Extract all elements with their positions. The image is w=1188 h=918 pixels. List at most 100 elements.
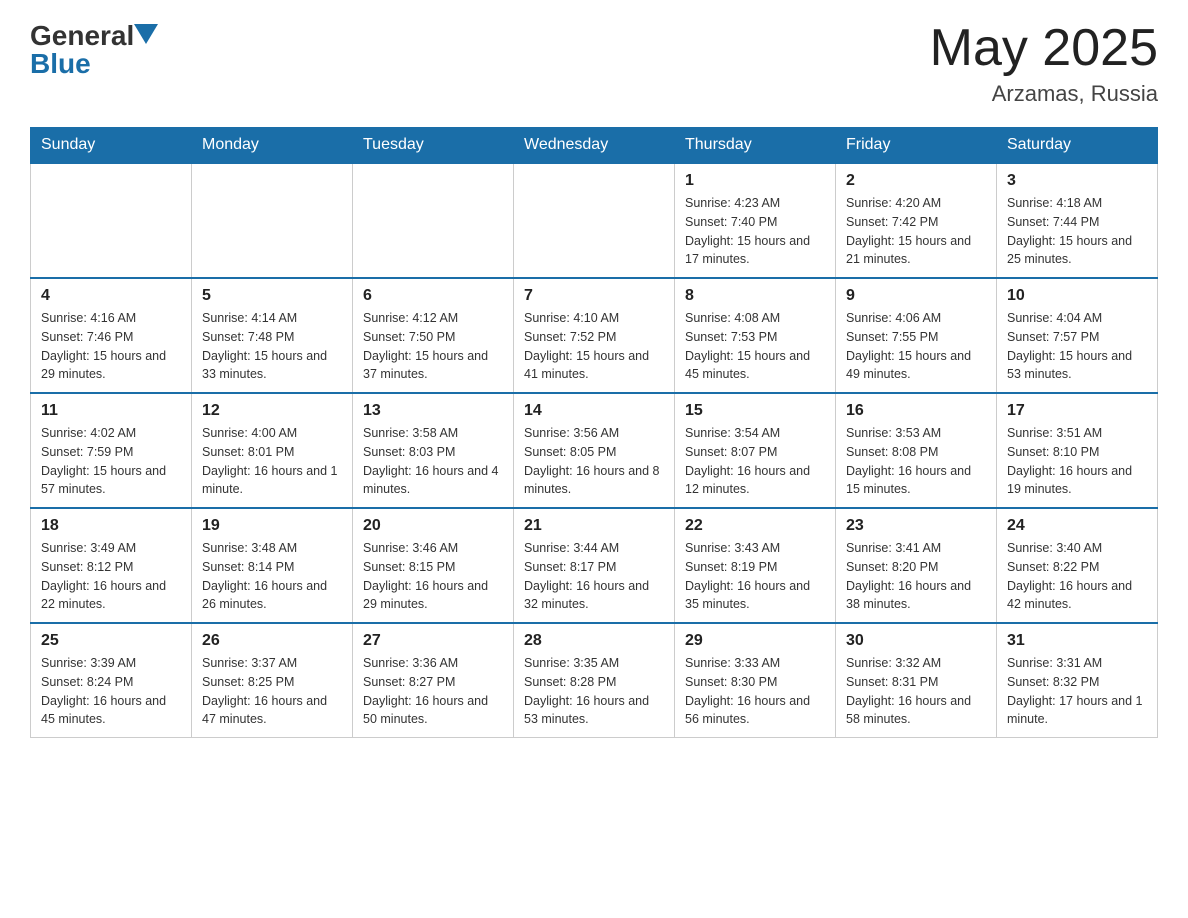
calendar-cell: 4Sunrise: 4:16 AM Sunset: 7:46 PM Daylig… <box>31 278 192 393</box>
calendar-cell: 5Sunrise: 4:14 AM Sunset: 7:48 PM Daylig… <box>192 278 353 393</box>
calendar-cell: 6Sunrise: 4:12 AM Sunset: 7:50 PM Daylig… <box>353 278 514 393</box>
day-info: Sunrise: 4:20 AM Sunset: 7:42 PM Dayligh… <box>846 194 986 269</box>
day-info: Sunrise: 4:18 AM Sunset: 7:44 PM Dayligh… <box>1007 194 1147 269</box>
day-number: 30 <box>846 632 986 650</box>
day-number: 22 <box>685 517 825 535</box>
calendar-cell: 7 Sunrise: 4:10 AM Sunset: 7:52 PM Daylig… <box>514 278 675 393</box>
calendar-cell: 20Sunrise: 3:46 AM Sunset: 8:15 PM Dayli… <box>353 508 514 623</box>
day-info: Sunrise: 4:10 AM Sunset: 7:52 PM Dayligh… <box>524 309 664 384</box>
calendar-header-row: SundayMondayTuesdayWednesdayThursdayFrid… <box>31 128 1158 164</box>
day-number: 1 <box>685 172 825 190</box>
calendar-header-thursday: Thursday <box>675 128 836 164</box>
day-info: Sunrise: 3:43 AM Sunset: 8:19 PM Dayligh… <box>685 539 825 614</box>
day-info: Sunrise: 4:16 AM Sunset: 7:46 PM Dayligh… <box>41 309 181 384</box>
day-info: Sunrise: 3:39 AM Sunset: 8:24 PM Dayligh… <box>41 654 181 729</box>
calendar-header-wednesday: Wednesday <box>514 128 675 164</box>
calendar-cell: 9Sunrise: 4:06 AM Sunset: 7:55 PM Daylig… <box>836 278 997 393</box>
day-number: 26 <box>202 632 342 650</box>
day-number: 20 <box>363 517 503 535</box>
day-info: Sunrise: 4:08 AM Sunset: 7:53 PM Dayligh… <box>685 309 825 384</box>
calendar-cell: 31 Sunrise: 3:31 AM Sunset: 8:32 PM Dayli… <box>997 623 1158 738</box>
day-number: 18 <box>41 517 181 535</box>
calendar-cell <box>514 163 675 278</box>
calendar-cell: 13Sunrise: 3:58 AM Sunset: 8:03 PM Dayli… <box>353 393 514 508</box>
logo: General Blue <box>30 20 158 80</box>
day-number: 14 <box>524 402 664 420</box>
logo-triangle-icon <box>134 24 158 44</box>
day-number: 8 <box>685 287 825 305</box>
day-number: 31 <box>1007 632 1147 650</box>
page-header: General Blue May 2025 Arzamas, Russia <box>30 20 1158 107</box>
day-info: Sunrise: 4:00 AM Sunset: 8:01 PM Dayligh… <box>202 424 342 499</box>
calendar-cell <box>31 163 192 278</box>
day-info: Sunrise: 3:48 AM Sunset: 8:14 PM Dayligh… <box>202 539 342 614</box>
day-number: 28 <box>524 632 664 650</box>
location-text: Arzamas, Russia <box>930 81 1158 107</box>
calendar-week-row: 1Sunrise: 4:23 AM Sunset: 7:40 PM Daylig… <box>31 163 1158 278</box>
day-number: 10 <box>1007 287 1147 305</box>
day-info: Sunrise: 4:14 AM Sunset: 7:48 PM Dayligh… <box>202 309 342 384</box>
calendar-cell: 21 Sunrise: 3:44 AM Sunset: 8:17 PM Dayli… <box>514 508 675 623</box>
calendar-cell: 23 Sunrise: 3:41 AM Sunset: 8:20 PM Dayli… <box>836 508 997 623</box>
calendar-week-row: 11 Sunrise: 4:02 AM Sunset: 7:59 PM Dayli… <box>31 393 1158 508</box>
day-number: 11 <box>41 402 181 420</box>
day-info: Sunrise: 3:51 AM Sunset: 8:10 PM Dayligh… <box>1007 424 1147 499</box>
calendar-cell: 12 Sunrise: 4:00 AM Sunset: 8:01 PM Dayli… <box>192 393 353 508</box>
calendar-week-row: 18Sunrise: 3:49 AM Sunset: 8:12 PM Dayli… <box>31 508 1158 623</box>
day-number: 13 <box>363 402 503 420</box>
day-info: Sunrise: 3:40 AM Sunset: 8:22 PM Dayligh… <box>1007 539 1147 614</box>
calendar-cell: 17 Sunrise: 3:51 AM Sunset: 8:10 PM Dayli… <box>997 393 1158 508</box>
calendar-cell <box>192 163 353 278</box>
calendar-cell: 29 Sunrise: 3:33 AM Sunset: 8:30 PM Dayli… <box>675 623 836 738</box>
calendar-week-row: 4Sunrise: 4:16 AM Sunset: 7:46 PM Daylig… <box>31 278 1158 393</box>
calendar-cell: 16Sunrise: 3:53 AM Sunset: 8:08 PM Dayli… <box>836 393 997 508</box>
day-info: Sunrise: 3:53 AM Sunset: 8:08 PM Dayligh… <box>846 424 986 499</box>
day-number: 23 <box>846 517 986 535</box>
day-number: 3 <box>1007 172 1147 190</box>
day-number: 25 <box>41 632 181 650</box>
calendar-cell: 24 Sunrise: 3:40 AM Sunset: 8:22 PM Dayli… <box>997 508 1158 623</box>
calendar-cell: 3 Sunrise: 4:18 AM Sunset: 7:44 PM Daylig… <box>997 163 1158 278</box>
day-info: Sunrise: 3:33 AM Sunset: 8:30 PM Dayligh… <box>685 654 825 729</box>
calendar-week-row: 25 Sunrise: 3:39 AM Sunset: 8:24 PM Dayli… <box>31 623 1158 738</box>
day-number: 27 <box>363 632 503 650</box>
calendar-header-friday: Friday <box>836 128 997 164</box>
calendar-header-tuesday: Tuesday <box>353 128 514 164</box>
calendar-cell: 22 Sunrise: 3:43 AM Sunset: 8:19 PM Dayli… <box>675 508 836 623</box>
calendar-header-monday: Monday <box>192 128 353 164</box>
calendar-cell: 26 Sunrise: 3:37 AM Sunset: 8:25 PM Dayli… <box>192 623 353 738</box>
day-number: 29 <box>685 632 825 650</box>
logo-blue-text: Blue <box>30 48 158 80</box>
calendar-table: SundayMondayTuesdayWednesdayThursdayFrid… <box>30 127 1158 738</box>
day-info: Sunrise: 4:12 AM Sunset: 7:50 PM Dayligh… <box>363 309 503 384</box>
day-info: Sunrise: 4:06 AM Sunset: 7:55 PM Dayligh… <box>846 309 986 384</box>
day-info: Sunrise: 3:35 AM Sunset: 8:28 PM Dayligh… <box>524 654 664 729</box>
title-section: May 2025 Arzamas, Russia <box>930 20 1158 107</box>
day-number: 7 <box>524 287 664 305</box>
day-number: 15 <box>685 402 825 420</box>
calendar-cell: 25 Sunrise: 3:39 AM Sunset: 8:24 PM Dayli… <box>31 623 192 738</box>
calendar-header-sunday: Sunday <box>31 128 192 164</box>
day-info: Sunrise: 4:04 AM Sunset: 7:57 PM Dayligh… <box>1007 309 1147 384</box>
day-number: 12 <box>202 402 342 420</box>
calendar-cell: 11 Sunrise: 4:02 AM Sunset: 7:59 PM Dayli… <box>31 393 192 508</box>
day-number: 17 <box>1007 402 1147 420</box>
calendar-cell: 14 Sunrise: 3:56 AM Sunset: 8:05 PM Dayli… <box>514 393 675 508</box>
day-info: Sunrise: 3:44 AM Sunset: 8:17 PM Dayligh… <box>524 539 664 614</box>
day-info: Sunrise: 3:41 AM Sunset: 8:20 PM Dayligh… <box>846 539 986 614</box>
calendar-cell: 2 Sunrise: 4:20 AM Sunset: 7:42 PM Daylig… <box>836 163 997 278</box>
calendar-cell <box>353 163 514 278</box>
day-number: 2 <box>846 172 986 190</box>
calendar-cell: 30Sunrise: 3:32 AM Sunset: 8:31 PM Dayli… <box>836 623 997 738</box>
calendar-cell: 28 Sunrise: 3:35 AM Sunset: 8:28 PM Dayli… <box>514 623 675 738</box>
day-number: 21 <box>524 517 664 535</box>
day-info: Sunrise: 3:56 AM Sunset: 8:05 PM Dayligh… <box>524 424 664 499</box>
calendar-cell: 15Sunrise: 3:54 AM Sunset: 8:07 PM Dayli… <box>675 393 836 508</box>
day-info: Sunrise: 3:37 AM Sunset: 8:25 PM Dayligh… <box>202 654 342 729</box>
day-number: 24 <box>1007 517 1147 535</box>
day-info: Sunrise: 3:31 AM Sunset: 8:32 PM Dayligh… <box>1007 654 1147 729</box>
day-info: Sunrise: 4:02 AM Sunset: 7:59 PM Dayligh… <box>41 424 181 499</box>
calendar-cell: 18Sunrise: 3:49 AM Sunset: 8:12 PM Dayli… <box>31 508 192 623</box>
calendar-cell: 10 Sunrise: 4:04 AM Sunset: 7:57 PM Dayli… <box>997 278 1158 393</box>
month-year-title: May 2025 <box>930 20 1158 77</box>
